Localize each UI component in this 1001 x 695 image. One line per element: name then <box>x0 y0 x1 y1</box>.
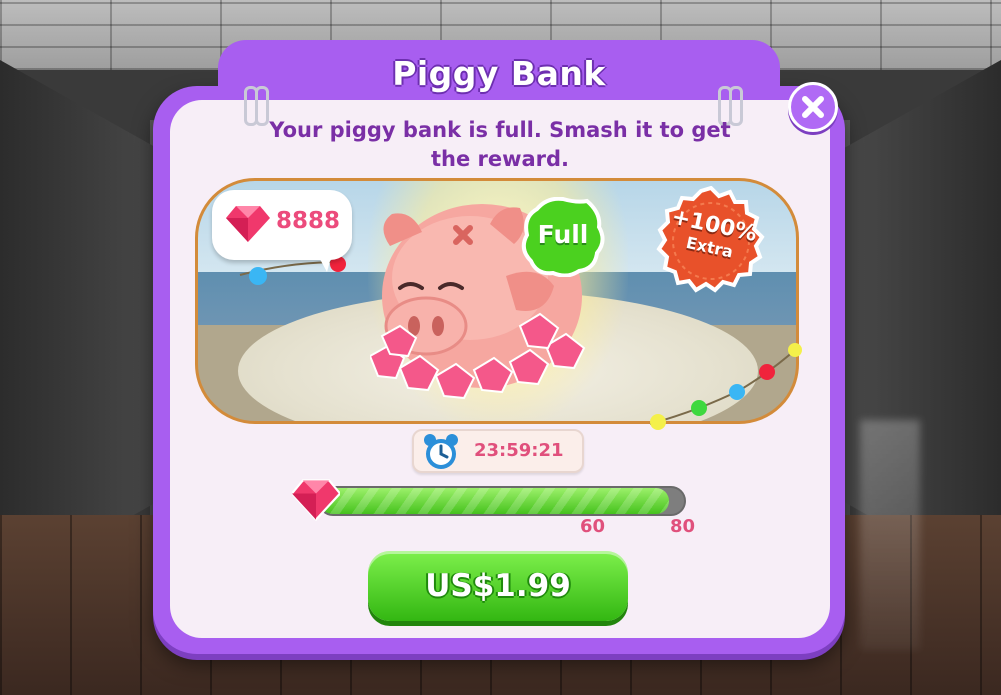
full-badge-label: Full <box>537 220 589 249</box>
progress-marker-80: 80 <box>670 516 696 537</box>
alarm-clock-icon <box>424 434 458 469</box>
buy-button-price: US$1.99 <box>425 568 571 604</box>
buy-button[interactable]: US$1.99 <box>368 551 628 621</box>
progress-gem-icon <box>292 479 340 522</box>
progress-marker-60: 60 <box>580 516 606 537</box>
gem-icon <box>226 206 270 242</box>
progress-fill <box>320 488 669 514</box>
gem-bubble-tail <box>315 250 333 272</box>
gem-count: 8888 <box>276 208 341 234</box>
timer-value: 23:59:21 <box>474 440 564 461</box>
